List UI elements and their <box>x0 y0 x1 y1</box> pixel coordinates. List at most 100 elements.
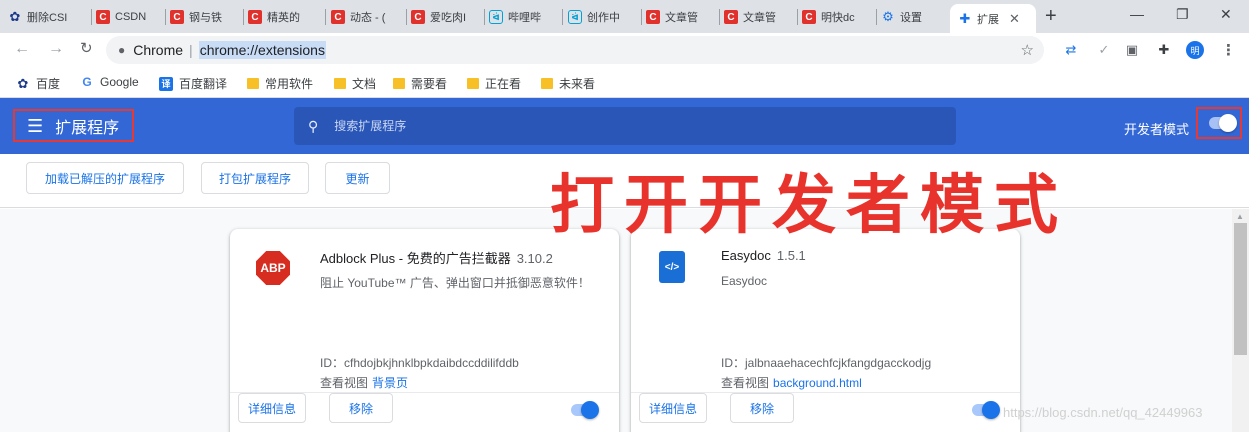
tab[interactable]: ᐛ 创作中 <box>568 4 640 30</box>
csdn-icon: C <box>331 10 345 24</box>
bookmark-folder[interactable]: 正在看 <box>467 75 521 92</box>
tab-separator <box>797 9 798 25</box>
scrollbar[interactable]: ▲ <box>1232 209 1249 432</box>
extension-enable-toggle[interactable] <box>571 401 599 419</box>
csdn-icon: C <box>646 10 660 24</box>
bookmark-folder[interactable]: 未来看 <box>541 75 595 92</box>
dev-mode-highlight <box>1196 107 1242 139</box>
bookmark-item[interactable]: ✿ 百度 <box>16 75 60 92</box>
page-title: 扩展程序 <box>55 119 120 137</box>
pack-extension-button[interactable]: 打包扩展程序 <box>201 162 309 194</box>
folder-icon <box>393 78 405 89</box>
bilibili-icon: ᐛ <box>489 10 503 24</box>
translate-icon: 译 <box>159 76 173 91</box>
tab-title: 钢与铁 <box>189 12 222 24</box>
remove-button[interactable]: 移除 <box>730 393 794 423</box>
puzzle-icon: ✚ <box>959 10 971 26</box>
extensions-puzzle-icon[interactable]: ✚ <box>1156 42 1172 58</box>
extension-card: ABP Adblock Plus - 免费的广告拦截器 3.10.2 阻止 You… <box>230 229 619 432</box>
bookmark-folder[interactable]: 需要看 <box>393 75 447 92</box>
tab[interactable]: C 文章管 <box>724 4 794 30</box>
search-input[interactable] <box>334 119 835 133</box>
remove-button[interactable]: 移除 <box>329 393 393 423</box>
scroll-up-icon[interactable]: ▲ <box>1236 212 1244 221</box>
tab-separator <box>719 9 720 25</box>
tab-active[interactable]: ✚ 扩展 ✕ <box>950 4 1036 33</box>
views-label: 查看视图 <box>721 376 770 390</box>
toggle-knob <box>581 401 599 419</box>
csdn-icon: C <box>248 10 262 24</box>
csdn-icon: C <box>724 10 738 24</box>
tab[interactable]: ✿ 删除CSI <box>8 4 88 30</box>
tab-strip: ✿ 删除CSI C CSDN C 钢与铁 C 精英的 C 动态 - ( C 爱吃… <box>0 0 1249 33</box>
translate-extension-icon[interactable]: ⇄ <box>1063 42 1079 58</box>
profile-avatar[interactable]: 明 <box>1186 41 1204 59</box>
csdn-icon: C <box>96 10 110 24</box>
extension-id: ID：jalbnaaehacechfcjkfangdgacckodjg <box>721 356 932 370</box>
new-tab-button[interactable]: + <box>1045 5 1057 27</box>
adblock-plus-icon: ABP <box>256 251 290 285</box>
extension-name-row: Easydoc 1.5.1 <box>721 248 806 263</box>
tab[interactable]: C 爱吃肉I <box>411 4 483 30</box>
check-extension-icon[interactable]: ✓ <box>1096 42 1112 58</box>
tab[interactable]: C 文章管 <box>646 4 716 30</box>
address-divider: | <box>189 42 193 58</box>
tab-title: 文章管 <box>665 12 698 24</box>
views-link[interactable]: 背景页 <box>372 376 408 390</box>
tab[interactable]: C 明快dc <box>802 4 872 30</box>
details-button[interactable]: 详细信息 <box>639 393 707 423</box>
image-extension-icon[interactable]: ▣ <box>1124 42 1140 58</box>
bookmark-item[interactable]: 译 百度翻译 <box>159 75 227 92</box>
bookmark-folder[interactable]: 常用软件 <box>247 75 313 92</box>
tab-title: 明快dc <box>821 12 855 24</box>
tab[interactable]: C 精英的 <box>248 4 322 30</box>
back-icon[interactable]: ← <box>14 40 30 58</box>
dev-mode-toggle[interactable] <box>1209 114 1237 132</box>
address-bar[interactable]: ● Chrome | chrome://extensions ☆ <box>106 36 1044 64</box>
close-icon[interactable]: ✕ <box>1009 11 1020 27</box>
bookmark-label: Google <box>100 75 139 89</box>
search-icon: ⚲ <box>308 117 319 134</box>
tab-separator <box>91 9 92 25</box>
tab[interactable]: C 动态 - ( <box>331 4 405 30</box>
tab[interactable]: C 钢与铁 <box>170 4 240 30</box>
address-origin: Chrome <box>133 42 184 58</box>
main-menu-button[interactable]: ☰ 扩展程序 <box>13 109 134 142</box>
tab-title: 设置 <box>900 12 922 24</box>
bilibili-icon: ᐛ <box>568 10 582 24</box>
load-unpacked-button[interactable]: 加载已解压的扩展程序 <box>26 162 184 194</box>
extension-description: 阻止 YouTube™ 广告、弹出窗口并抵御恶意软件！ <box>320 276 590 290</box>
easydoc-icon: </> <box>659 251 685 283</box>
tab-separator <box>325 9 326 25</box>
close-window-icon[interactable]: ✕ <box>1220 6 1232 23</box>
update-button[interactable]: 更新 <box>325 162 390 194</box>
tab-separator <box>243 9 244 25</box>
bookmark-label: 常用软件 <box>265 77 314 91</box>
forward-icon[interactable]: → <box>48 40 64 58</box>
tab-title: 爱吃肉I <box>430 12 467 24</box>
scroll-thumb[interactable] <box>1234 223 1247 355</box>
tab-title: 删除CSI <box>27 12 68 24</box>
restore-icon[interactable]: ❐ <box>1176 6 1189 23</box>
folder-icon <box>467 78 479 89</box>
tab-separator <box>641 9 642 25</box>
bookmark-item[interactable]: G Google <box>80 75 139 89</box>
tab[interactable]: C CSDN <box>96 4 162 30</box>
extension-description: Easydoc <box>721 274 768 288</box>
address-url[interactable]: chrome://extensions <box>198 41 326 59</box>
star-icon[interactable]: ☆ <box>1021 41 1034 59</box>
bookmark-folder[interactable]: 文档 <box>334 75 376 92</box>
bookmark-label: 文档 <box>352 77 377 91</box>
extension-views: 查看视图 背景页 <box>320 374 408 391</box>
toggle-knob <box>1219 114 1237 132</box>
search-box[interactable]: ⚲ <box>294 107 956 145</box>
reload-icon[interactable]: ↻ <box>80 40 93 58</box>
tab[interactable]: ⚙ 设置 <box>881 4 943 30</box>
tab-title: CSDN <box>115 11 147 23</box>
views-link[interactable]: background.html <box>773 376 862 390</box>
tab[interactable]: ᐛ 哔哩哔 <box>489 4 561 30</box>
minimize-icon[interactable]: — <box>1130 6 1144 22</box>
menu-kebab-icon[interactable]: ⋮ <box>1221 41 1236 59</box>
extension-enable-toggle[interactable] <box>972 401 1000 419</box>
details-button[interactable]: 详细信息 <box>238 393 306 423</box>
